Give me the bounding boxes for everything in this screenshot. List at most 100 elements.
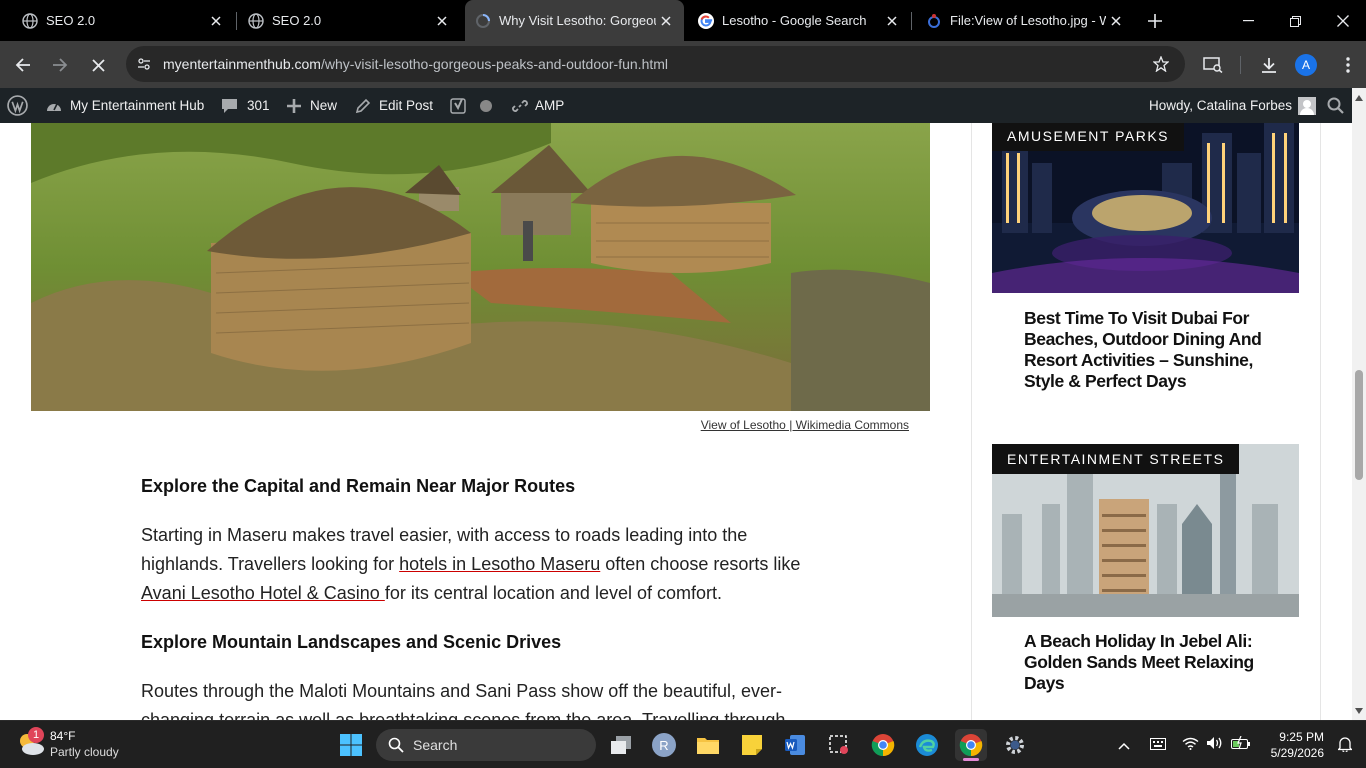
close-window-button[interactable] xyxy=(1333,12,1353,30)
arrow-right-icon xyxy=(53,58,68,72)
keyboard-tray-icon[interactable] xyxy=(1150,737,1166,755)
plus-icon xyxy=(287,98,301,113)
category-badge-entertainment-streets[interactable]: ENTERTAINMENT STREETS xyxy=(992,444,1240,474)
r-app-icon: R xyxy=(652,733,676,757)
chevron-up-icon xyxy=(1118,742,1130,750)
yoast-icon xyxy=(450,97,466,114)
taskbar-app-r[interactable]: R xyxy=(648,729,680,761)
tab-strip: SEO 2.0 SEO 2.0 Why Visit Lesotho: Gorge… xyxy=(0,0,1366,41)
amp-label: AMP xyxy=(535,98,565,113)
category-badge-amusement-parks[interactable]: AMUSEMENT PARKS xyxy=(992,123,1185,151)
avatar: A xyxy=(1295,54,1317,76)
word-icon xyxy=(785,735,805,755)
avani-hotel-link[interactable]: Avani Lesotho Hotel & Casino xyxy=(141,583,385,603)
volume-tray-icon[interactable] xyxy=(1206,736,1223,755)
page-scrollbar[interactable] xyxy=(1352,88,1366,720)
tab-seo-1[interactable]: SEO 2.0 xyxy=(0,0,234,41)
close-tab-icon[interactable] xyxy=(882,11,902,31)
loading-spinner-icon xyxy=(476,13,490,28)
new-content-menu[interactable]: New xyxy=(287,88,337,123)
hotels-maseru-link[interactable]: hotels in Lesotho Maseru xyxy=(399,554,600,574)
task-view-icon xyxy=(611,736,631,754)
address-bar[interactable]: myentertainmenthub.com/why-visit-lesotho… xyxy=(126,46,1185,82)
weather-desc: Partly cloudy xyxy=(50,745,119,759)
scroll-down-arrow-icon[interactable] xyxy=(1355,708,1363,714)
restore-button[interactable] xyxy=(1285,12,1305,30)
battery-tray-icon[interactable] xyxy=(1231,735,1251,755)
user-avatar xyxy=(1298,96,1317,115)
yoast-seo-menu[interactable] xyxy=(450,88,492,123)
pencil-icon xyxy=(355,98,371,113)
weather-widget[interactable]: 1 84°F Partly cloudy xyxy=(16,727,146,763)
profile-avatar[interactable]: A xyxy=(1292,51,1320,79)
tab-google-search[interactable]: Lesotho - Google Search xyxy=(684,0,910,41)
close-tab-icon[interactable] xyxy=(432,11,452,31)
url-host: myentertainmenthub.com xyxy=(163,56,321,72)
scrollbar-thumb[interactable] xyxy=(1355,370,1363,480)
show-hidden-icons-button[interactable] xyxy=(1118,737,1130,755)
url-text[interactable]: myentertainmenthub.com/why-visit-lesotho… xyxy=(163,56,668,72)
comments-menu[interactable]: 301 xyxy=(221,88,270,123)
taskbar-chrome-active[interactable] xyxy=(955,729,987,761)
start-button[interactable] xyxy=(335,729,367,761)
admin-search-button[interactable] xyxy=(1327,88,1344,123)
close-tab-icon[interactable] xyxy=(1106,11,1126,31)
close-tab-icon[interactable] xyxy=(656,11,676,31)
taskbar-word[interactable] xyxy=(779,729,811,761)
tab-title: Why Visit Lesotho: Gorgeou xyxy=(499,13,656,28)
tab-why-visit-lesotho[interactable]: Why Visit Lesotho: Gorgeou xyxy=(465,0,684,41)
taskbar-chrome-1[interactable] xyxy=(867,729,899,761)
tab-title: Lesotho - Google Search xyxy=(722,13,867,28)
notification-bell-button[interactable] xyxy=(1336,736,1354,757)
card-title-jebel-ali[interactable]: A Beach Holiday In Jebel Ali: Golden San… xyxy=(1024,631,1280,694)
tab-seo-2[interactable]: SEO 2.0 xyxy=(226,0,460,41)
image-caption-link[interactable]: View of Lesotho | Wikimedia Commons xyxy=(701,418,909,432)
minimize-button[interactable] xyxy=(1238,12,1258,30)
tab-wikimedia-file[interactable]: File:View of Lesotho.jpg - W xyxy=(912,0,1134,41)
forward-button[interactable] xyxy=(46,51,74,79)
wordpress-logo-button[interactable] xyxy=(7,88,28,123)
wifi-tray-icon[interactable] xyxy=(1182,737,1199,755)
paragraph-text: often choose resorts like xyxy=(600,554,801,574)
amp-menu[interactable]: AMP xyxy=(512,88,564,123)
site-info-icon[interactable] xyxy=(137,57,151,71)
close-tab-icon[interactable] xyxy=(206,11,226,31)
google-icon xyxy=(698,12,714,29)
site-name-menu[interactable]: My Entertainment Hub xyxy=(45,88,204,123)
taskbar-search-box[interactable]: Search xyxy=(376,729,596,761)
taskbar-snipping-tool[interactable] xyxy=(823,729,855,761)
close-icon xyxy=(91,58,105,72)
task-view-button[interactable] xyxy=(605,729,637,761)
my-account-menu[interactable]: Howdy, Catalina Forbes xyxy=(1149,88,1317,123)
arrow-left-icon xyxy=(15,58,30,72)
taskbar-settings[interactable] xyxy=(999,729,1031,761)
taskbar-sticky-notes[interactable] xyxy=(736,729,768,761)
stop-loading-button[interactable] xyxy=(84,51,112,79)
active-app-indicator xyxy=(963,758,979,761)
battery-charging-icon xyxy=(1231,735,1250,750)
bookmark-star-icon[interactable] xyxy=(1153,56,1169,72)
comments-count: 301 xyxy=(247,98,270,113)
card-title-dubai-beaches[interactable]: Best Time To Visit Dubai For Beaches, Ou… xyxy=(1024,308,1280,392)
gear-icon xyxy=(1006,736,1024,754)
new-tab-button[interactable] xyxy=(1144,10,1166,32)
search-label: Search xyxy=(413,737,458,753)
back-button[interactable] xyxy=(9,51,37,79)
paragraph-mountains: Routes through the Maloti Mountains and … xyxy=(141,681,786,720)
edit-post-button[interactable]: Edit Post xyxy=(355,88,433,123)
edge-icon xyxy=(916,734,938,756)
downloads-button[interactable] xyxy=(1255,51,1283,79)
cast-media-button[interactable] xyxy=(1199,51,1227,79)
page-content: View of Lesotho | Wikimedia Commons Expl… xyxy=(0,123,1352,720)
avatar-letter: A xyxy=(1301,58,1310,72)
taskbar-edge[interactable] xyxy=(911,729,943,761)
scroll-up-arrow-icon[interactable] xyxy=(1355,95,1363,101)
minimize-icon xyxy=(1242,20,1254,22)
clock[interactable]: 9:25 PM 5/29/2026 xyxy=(1264,729,1324,761)
weather-badge-count: 1 xyxy=(32,729,40,741)
paragraph-text: for its central location and level of co… xyxy=(384,583,722,603)
taskbar-file-explorer[interactable] xyxy=(692,729,724,761)
globe-icon xyxy=(248,12,264,29)
toolbar-separator xyxy=(1240,56,1241,74)
browser-menu-button[interactable] xyxy=(1334,51,1362,79)
